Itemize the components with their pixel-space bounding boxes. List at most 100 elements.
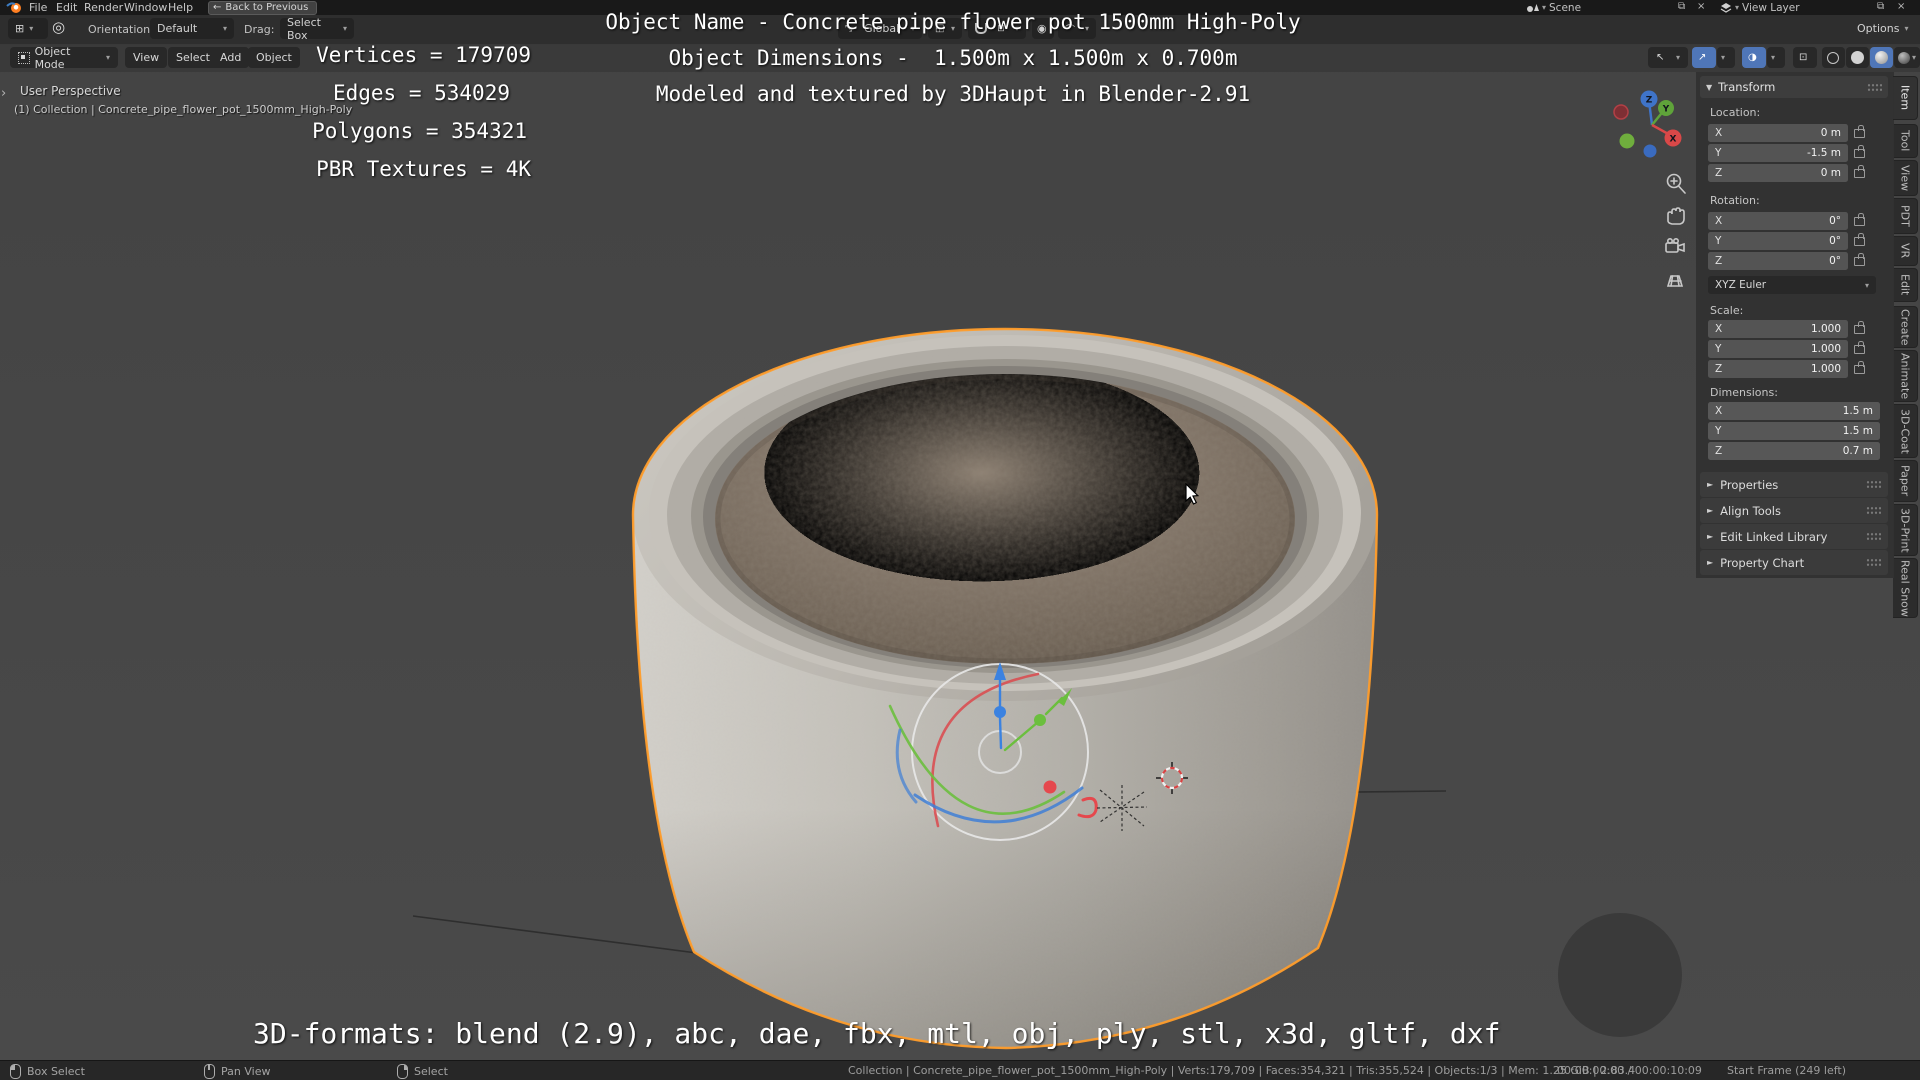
view-layer-selector[interactable]: ▾ View Layer xyxy=(1720,1,1800,14)
dimension-y-field[interactable]: Y 1.5 m xyxy=(1708,422,1880,440)
blender-logo-icon[interactable] xyxy=(6,1,24,14)
lock-icon[interactable] xyxy=(1854,321,1865,334)
solid-sphere-icon xyxy=(1851,51,1864,64)
mouse-cursor xyxy=(1185,483,1200,505)
tab-pdt[interactable]: PDT xyxy=(1893,198,1918,234)
scale-label: Scale: xyxy=(1710,304,1744,317)
gizmo-dropdown[interactable]: ▾ xyxy=(1717,47,1735,68)
scene-new-icon[interactable]: ⧉ xyxy=(1678,1,1685,12)
object-menu[interactable]: Object xyxy=(248,47,300,68)
tab-paper[interactable]: Paper xyxy=(1893,460,1918,502)
lock-icon[interactable] xyxy=(1854,253,1865,266)
orientation-dropdown[interactable]: Default ▾ xyxy=(150,18,234,39)
overlay-title-line-3: Modeled and textured by 3DHaupt in Blend… xyxy=(655,82,1251,106)
formats-overlay: 3D-formats: blend (2.9), abc, dae, fbx, … xyxy=(253,1017,1501,1050)
dimension-x-field[interactable]: X 1.5 m xyxy=(1708,402,1880,420)
shading-wireframe-button[interactable] xyxy=(1822,47,1845,68)
lock-icon[interactable] xyxy=(1854,361,1865,374)
svg-text:Y: Y xyxy=(1662,105,1670,115)
viewport-canvas[interactable]: Z Y X xyxy=(0,0,1920,1080)
dimensions-label: Dimensions: xyxy=(1710,386,1778,399)
tab-view[interactable]: View xyxy=(1893,160,1918,196)
tab-edit[interactable]: Edit xyxy=(1893,268,1918,302)
camera-view-button[interactable] xyxy=(1665,238,1685,253)
scene-delete-icon[interactable]: × xyxy=(1697,1,1705,12)
overlays-icon: ◑ xyxy=(1748,52,1757,63)
view-layer-delete-icon[interactable]: × xyxy=(1897,1,1905,12)
shading-solid-button[interactable] xyxy=(1846,47,1869,68)
visibility-dropdown[interactable]: ↖ ▾ xyxy=(1648,47,1688,68)
menu-help[interactable]: Help xyxy=(168,0,193,15)
show-gizmo-toggle[interactable]: ↗ xyxy=(1692,47,1716,68)
view-menu[interactable]: View xyxy=(125,47,168,68)
rotation-mode-dropdown[interactable]: XYZ Euler ▾ xyxy=(1708,276,1876,294)
tab-3d-coat[interactable]: 3D-Coat xyxy=(1893,404,1918,458)
toggle-ortho-button[interactable] xyxy=(1666,275,1684,287)
transform-panel-header[interactable]: ▼ Transform xyxy=(1700,76,1888,98)
lock-icon[interactable] xyxy=(1854,125,1865,138)
edit-linked-library-panel-header[interactable]: ► Edit Linked Library xyxy=(1700,524,1888,549)
menu-window[interactable]: Window xyxy=(124,0,167,15)
show-overlays-toggle[interactable]: ◑ xyxy=(1742,47,1766,68)
tab-create[interactable]: Create xyxy=(1893,306,1918,348)
axis-neg-x-ball xyxy=(1613,104,1629,120)
overlays-dropdown[interactable]: ▾ xyxy=(1767,47,1785,68)
scene-statistics: Collection | Concrete_pipe_flower_pot_15… xyxy=(848,1064,1636,1077)
pan-hand-button[interactable] xyxy=(1667,207,1685,225)
menu-edit[interactable]: Edit xyxy=(56,0,77,15)
location-x-field[interactable]: X0 m xyxy=(1708,124,1848,142)
panel-drag-dots[interactable] xyxy=(1867,82,1882,92)
lock-icon[interactable] xyxy=(1854,341,1865,354)
drag-dropdown[interactable]: Select Box ▾ xyxy=(280,16,354,42)
lock-icon[interactable] xyxy=(1854,145,1865,158)
tab-vr[interactable]: VR xyxy=(1893,236,1918,266)
rotation-x-field[interactable]: X 0° xyxy=(1708,212,1848,230)
editor-type-icon: ⊞ xyxy=(15,22,25,35)
align-tools-panel-header[interactable]: ► Align Tools xyxy=(1700,498,1888,523)
xray-toggle[interactable]: ⊡ xyxy=(1793,47,1817,68)
gizmo-toggle-icon: ↗ xyxy=(1698,52,1707,63)
stat-polygons: Polygons = 354321 xyxy=(312,119,527,143)
tab-tool[interactable]: Tool xyxy=(1893,124,1918,158)
axis-neg-y-ball xyxy=(1619,133,1635,149)
active-tool-icon[interactable]: ◎ xyxy=(52,18,65,36)
editor-type-button[interactable]: ⊞ ▾ xyxy=(8,18,48,39)
lock-icon[interactable] xyxy=(1854,213,1865,226)
svg-text:X: X xyxy=(1670,135,1677,145)
back-to-previous-button[interactable]: ← Back to Previous xyxy=(208,1,318,15)
add-menu[interactable]: Add xyxy=(212,47,250,68)
lock-icon[interactable] xyxy=(1854,165,1865,178)
scale-x-field[interactable]: X 1.000 xyxy=(1708,320,1848,338)
rotation-z-field[interactable]: Z 0° xyxy=(1708,252,1848,270)
menu-file[interactable]: File xyxy=(29,0,47,15)
tab-real-snow[interactable]: Real Snow xyxy=(1893,558,1918,618)
toolbar-expand-chevron[interactable]: › xyxy=(1,86,6,101)
scene-selector[interactable]: ▾ Scene xyxy=(1526,1,1581,14)
property-chart-panel-header[interactable]: ► Property Chart xyxy=(1700,550,1888,575)
options-dropdown[interactable]: Options ▾ xyxy=(1850,18,1912,39)
scale-y-field[interactable]: Y 1.000 xyxy=(1708,340,1848,358)
shading-material-button[interactable] xyxy=(1870,47,1893,68)
zoom-button[interactable] xyxy=(1666,173,1686,194)
properties-panel-header[interactable]: ► Properties xyxy=(1700,472,1888,497)
tab-item[interactable]: Item xyxy=(1893,76,1918,120)
view-layer-new-icon[interactable]: ⧉ xyxy=(1877,1,1884,12)
shading-rendered-button[interactable]: ▾ xyxy=(1894,47,1920,68)
mode-dropdown[interactable]: Object Mode ▾ xyxy=(10,45,118,71)
active-collection-breadcrumb: (1) Collection | Concrete_pipe_flower_po… xyxy=(14,103,353,116)
navigation-axis-gizmo[interactable]: Z Y X xyxy=(1613,90,1682,158)
menu-render[interactable]: Render xyxy=(84,0,123,15)
view-layer-icon xyxy=(1720,3,1732,13)
dimension-z-field[interactable]: Z 0.7 m xyxy=(1708,442,1880,460)
tab-3d-print[interactable]: 3D-Print xyxy=(1893,504,1918,556)
rendered-sphere-icon xyxy=(1898,51,1910,64)
timecode: 00:00:00:00 / 00:00:10:09 xyxy=(1557,1064,1702,1077)
lock-icon[interactable] xyxy=(1854,233,1865,246)
scale-z-field[interactable]: Z 1.000 xyxy=(1708,360,1848,378)
flower-pot-object[interactable] xyxy=(631,327,1379,1050)
location-y-field[interactable]: Y -1.5 m xyxy=(1708,144,1848,162)
tab-animate[interactable]: Animate xyxy=(1893,350,1918,402)
select-menu[interactable]: Select xyxy=(168,47,218,68)
rotation-y-field[interactable]: Y 0° xyxy=(1708,232,1848,250)
location-z-field[interactable]: Z0 m xyxy=(1708,164,1848,182)
